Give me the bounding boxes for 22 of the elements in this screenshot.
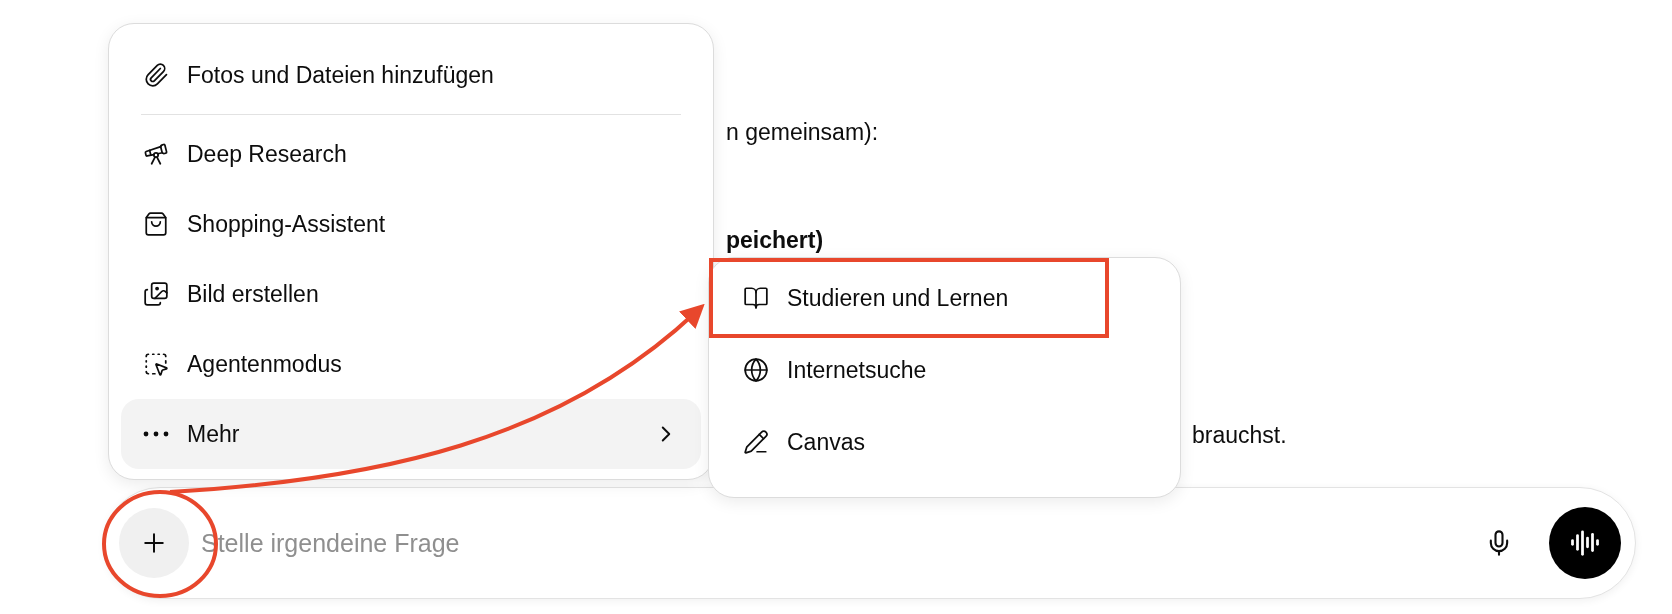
menu-item[interactable]: Canvas bbox=[713, 406, 1105, 478]
menu-item[interactable]: Fotos und Dateien hinzufügen bbox=[121, 40, 701, 110]
pointer-icon bbox=[143, 351, 169, 377]
body-text: n gemeinsam): bbox=[726, 118, 879, 145]
shopping-bag-icon bbox=[143, 211, 169, 237]
menu-item[interactable]: Bild erstellen bbox=[121, 259, 701, 329]
body-text: peichert) bbox=[726, 226, 824, 253]
menu-item[interactable]: Shopping-Assistent bbox=[121, 189, 701, 259]
telescope-icon bbox=[143, 141, 169, 167]
more-icon bbox=[143, 431, 169, 437]
audio-lines-icon bbox=[1570, 528, 1600, 558]
pencil-icon bbox=[743, 429, 769, 455]
book-icon bbox=[743, 285, 769, 311]
body-text: brauchst. bbox=[1192, 421, 1287, 448]
paperclip-icon bbox=[143, 62, 169, 88]
menu-item[interactable]: Studieren und Lernen bbox=[713, 262, 1105, 334]
menu-item[interactable]: Mehr bbox=[121, 399, 701, 469]
images-icon bbox=[143, 281, 169, 307]
menu-item[interactable]: Internetsuche bbox=[713, 334, 1105, 406]
menu-item[interactable]: Deep Research bbox=[121, 119, 701, 189]
globe-icon bbox=[743, 357, 769, 383]
menu-item[interactable]: Agentenmodus bbox=[121, 329, 701, 399]
